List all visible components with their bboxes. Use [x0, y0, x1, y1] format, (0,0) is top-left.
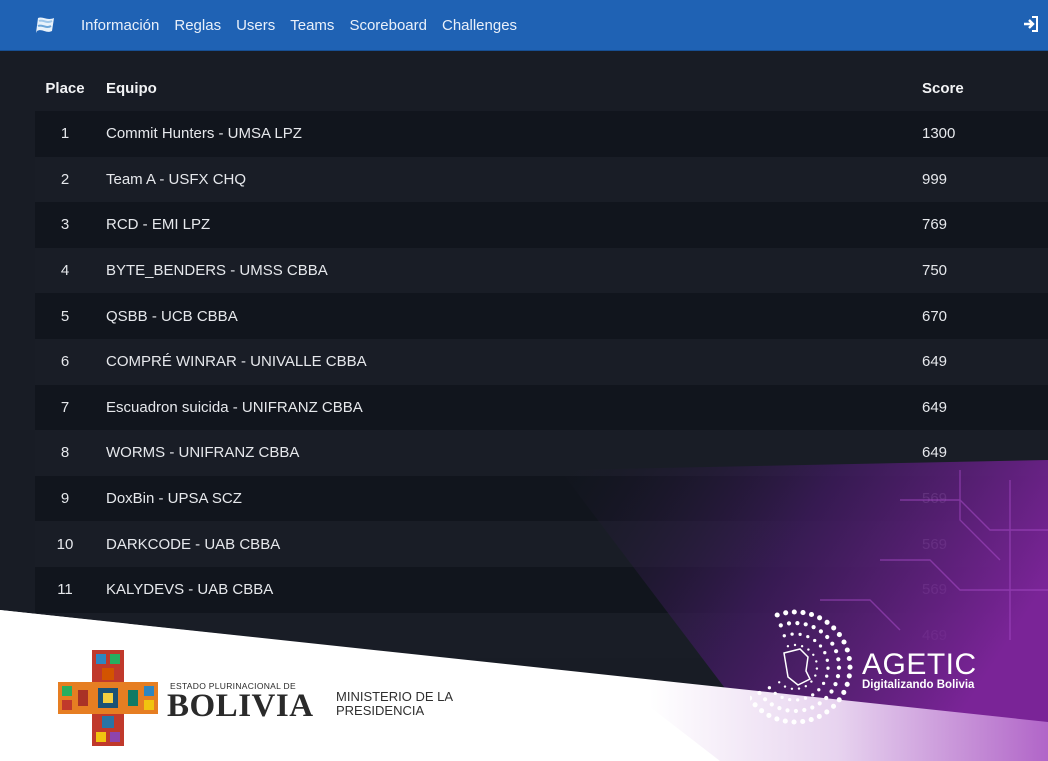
logo-dot: [778, 681, 781, 684]
logo-dot: [790, 687, 794, 690]
logo-dot: [846, 673, 852, 679]
logo-dot: [812, 653, 815, 656]
logo-dot: [811, 625, 816, 630]
logo-dot: [778, 623, 783, 628]
logo-dot: [817, 615, 823, 621]
agetic-tagline: Digitalizando Bolivia: [862, 679, 975, 691]
logo-dot: [767, 686, 772, 690]
logo-dot: [825, 634, 830, 640]
logo-dot: [818, 644, 823, 648]
logo-dot: [800, 718, 806, 725]
logo-dot: [844, 681, 850, 687]
logo-dot: [814, 674, 817, 677]
logo-dot: [790, 632, 794, 636]
logo-dot: [834, 649, 839, 654]
logo-dot: [818, 629, 823, 634]
logo-dot: [793, 643, 797, 647]
logo-dot: [783, 610, 789, 616]
bolivia-map-icon: [783, 648, 812, 686]
logo-dot: [846, 655, 852, 662]
agetic-logo-icon: [750, 609, 853, 725]
agetic-title: AGETIC: [862, 648, 977, 681]
logo-dot: [817, 688, 821, 692]
logo-dot: [757, 690, 762, 696]
logo-dot: [780, 695, 784, 700]
logo-dot: [836, 697, 842, 703]
logo-dot: [750, 695, 753, 701]
logo-dot: [766, 712, 772, 718]
bolivia-text: BOLIVIA: [167, 688, 314, 724]
logo-dot: [817, 701, 822, 706]
logo-dot: [798, 632, 802, 637]
logo-dot: [786, 621, 792, 626]
logo-dot: [808, 717, 814, 723]
logo-dot: [774, 612, 780, 618]
logo-dot: [804, 685, 807, 688]
logo-dot: [844, 647, 850, 653]
logo-dot: [830, 703, 837, 709]
logo-dot: [816, 713, 822, 719]
logo-dot: [836, 632, 842, 638]
logo-dot: [836, 657, 841, 662]
logo-dot: [824, 695, 829, 701]
logo-dot: [773, 691, 777, 696]
logo-dot: [783, 685, 787, 688]
logo-dot: [825, 658, 829, 662]
logo-dot: [807, 648, 810, 651]
logo-dot: [777, 706, 782, 711]
logo-dot: [821, 681, 826, 686]
banner-background: [0, 460, 1048, 761]
logo-dot: [797, 687, 801, 690]
logo-dot: [752, 702, 758, 708]
logo-dot: [802, 707, 807, 713]
logo-dot: [791, 719, 797, 725]
logo-dot: [835, 674, 841, 679]
logo-dot: [830, 641, 835, 646]
logo-dot: [824, 619, 830, 625]
logo-dot: [811, 693, 815, 697]
logo-dot: [836, 665, 842, 670]
logo-dot: [831, 625, 837, 631]
logo-dot: [800, 610, 806, 616]
logo-dot: [826, 666, 830, 670]
logo-dot: [815, 660, 818, 663]
logo-dot: [824, 709, 830, 715]
logo-dot: [774, 716, 780, 722]
logo-dot: [833, 682, 838, 687]
logo-dot: [791, 609, 797, 615]
bolivia-emblem-icon: [58, 650, 158, 746]
logo-dot: [788, 697, 792, 702]
logo-dot: [769, 702, 774, 707]
logo-dot: [841, 639, 847, 645]
logo-dot: [796, 698, 800, 702]
logo-dot: [825, 674, 829, 678]
logo-dot: [810, 680, 813, 683]
logo-dot: [841, 689, 847, 695]
logo-dot: [803, 696, 808, 700]
ministerio-text: MINISTERIO DE LA PRESIDENCIA: [336, 689, 453, 718]
logo-dot: [759, 708, 765, 714]
logo-dot: [786, 645, 790, 648]
logo-dot: [808, 611, 815, 618]
logo-dot: [829, 689, 834, 694]
logo-dot: [763, 697, 768, 702]
sponsor-banner: ESTADO PLURINACIONAL DE BOLIVIA MINISTER…: [0, 0, 1048, 761]
logo-dot: [785, 708, 790, 713]
logo-dot: [782, 718, 788, 724]
logo-dot: [800, 645, 804, 648]
logo-dot: [793, 708, 798, 714]
logo-dot: [803, 622, 808, 627]
logo-dot: [795, 621, 800, 626]
logo-dot: [815, 667, 819, 670]
logo-dot: [806, 634, 810, 639]
logo-dot: [847, 664, 853, 670]
logo-dot: [810, 705, 815, 710]
logo-dot: [823, 651, 827, 655]
logo-dot: [813, 638, 817, 643]
logo-dot: [782, 634, 786, 638]
